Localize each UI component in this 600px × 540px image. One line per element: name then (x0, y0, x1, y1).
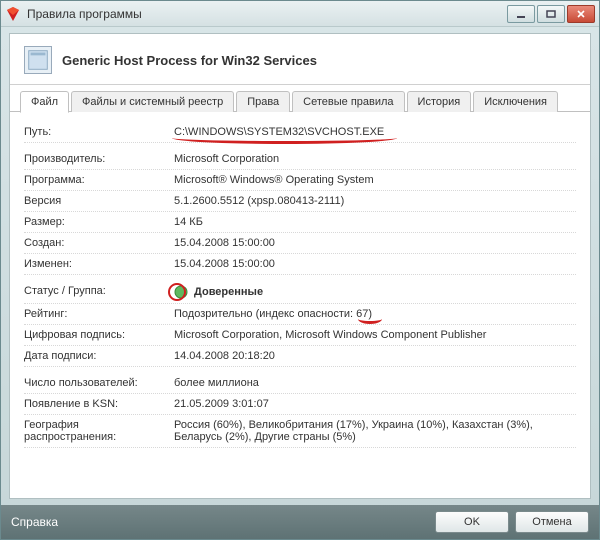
row-vendor: Производитель:Microsoft Corporation (24, 149, 576, 170)
value-geo: Россия (60%), Великобритания (17%), Укра… (174, 419, 576, 443)
label-vendor: Производитель: (24, 153, 174, 165)
row-geo: География распространения:Россия (60%), … (24, 415, 576, 448)
value-status: Доверенные (174, 285, 576, 299)
window-buttons (507, 5, 595, 23)
row-path: Путь: C:\WINDOWS\SYSTEM32\SVCHOST.EXE (24, 122, 576, 143)
label-users: Число пользователей: (24, 377, 174, 389)
tab-exclusions[interactable]: Исключения (473, 91, 558, 112)
help-link[interactable]: Справка (11, 515, 429, 529)
value-signature: Microsoft Corporation, Microsoft Windows… (174, 329, 576, 341)
label-signdate: Дата подписи: (24, 350, 174, 362)
tab-rights[interactable]: Права (236, 91, 290, 112)
row-signature: Цифровая подпись:Microsoft Corporation, … (24, 325, 576, 346)
minimize-button[interactable] (507, 5, 535, 23)
text-path: C:\WINDOWS\SYSTEM32\SVCHOST.EXE (174, 126, 384, 138)
row-modified: Изменен:15.04.2008 15:00:00 (24, 254, 576, 275)
row-rating: Рейтинг: Подозрительно (индекс опасности… (24, 304, 576, 325)
value-size: 14 КБ (174, 216, 576, 228)
value-version: 5.1.2600.5512 (xpsp.080413-2111) (174, 195, 576, 207)
row-ksn: Появление в KSN:21.05.2009 3:01:07 (24, 394, 576, 415)
value-vendor: Microsoft Corporation (174, 153, 576, 165)
maximize-button[interactable] (537, 5, 565, 23)
text-rating: Подозрительно (индекс опасности: 67) (174, 308, 372, 320)
value-signdate: 14.04.2008 20:18:20 (174, 350, 576, 362)
row-status: Статус / Группа: Доверенные (24, 281, 576, 304)
value-rating: Подозрительно (индекс опасности: 67) (174, 308, 576, 320)
header: Generic Host Process for Win32 Services (10, 34, 590, 85)
row-created: Создан:15.04.2008 15:00:00 (24, 233, 576, 254)
label-geo: География распространения: (24, 419, 174, 443)
label-rating: Рейтинг: (24, 308, 174, 320)
tab-files-registry[interactable]: Файлы и системный реестр (71, 91, 234, 112)
cancel-button[interactable]: Отмена (515, 511, 589, 533)
window: Правила программы Generic Host Process f… (0, 0, 600, 540)
footer: Справка OK Отмена (1, 505, 599, 539)
label-path: Путь: (24, 126, 174, 138)
value-path: C:\WINDOWS\SYSTEM32\SVCHOST.EXE (174, 126, 576, 138)
row-program: Программа:Microsoft® Windows® Operating … (24, 170, 576, 191)
window-title: Правила программы (27, 7, 507, 21)
close-button[interactable] (567, 5, 595, 23)
text-status: Доверенные (194, 286, 263, 298)
program-icon (24, 46, 52, 74)
tabs: Файл Файлы и системный реестр Права Сете… (10, 85, 590, 112)
app-icon (5, 6, 21, 22)
value-created: 15.04.2008 15:00:00 (174, 237, 576, 249)
label-created: Создан: (24, 237, 174, 249)
tab-network-rules[interactable]: Сетевые правила (292, 91, 404, 112)
annotation-ring-status (168, 283, 186, 301)
row-signdate: Дата подписи:14.04.2008 20:18:20 (24, 346, 576, 367)
content-panel: Generic Host Process for Win32 Services … (9, 33, 591, 499)
label-version: Версия (24, 195, 174, 207)
label-status: Статус / Группа: (24, 285, 174, 299)
label-program: Программа: (24, 174, 174, 186)
program-title: Generic Host Process for Win32 Services (62, 53, 317, 68)
value-users: более миллиона (174, 377, 576, 389)
label-ksn: Появление в KSN: (24, 398, 174, 410)
value-ksn: 21.05.2009 3:01:07 (174, 398, 576, 410)
value-modified: 15.04.2008 15:00:00 (174, 258, 576, 270)
ok-button[interactable]: OK (435, 511, 509, 533)
tab-body: Путь: C:\WINDOWS\SYSTEM32\SVCHOST.EXE Пр… (10, 112, 590, 492)
row-users: Число пользователей:более миллиона (24, 373, 576, 394)
titlebar: Правила программы (1, 1, 599, 27)
row-version: Версия5.1.2600.5512 (xpsp.080413-2111) (24, 191, 576, 212)
row-size: Размер:14 КБ (24, 212, 576, 233)
value-program: Microsoft® Windows® Operating System (174, 174, 576, 186)
label-size: Размер: (24, 216, 174, 228)
tab-file[interactable]: Файл (20, 91, 69, 113)
label-signature: Цифровая подпись: (24, 329, 174, 341)
annotation-underline-rating (358, 319, 382, 324)
label-modified: Изменен: (24, 258, 174, 270)
tab-history[interactable]: История (407, 91, 472, 112)
